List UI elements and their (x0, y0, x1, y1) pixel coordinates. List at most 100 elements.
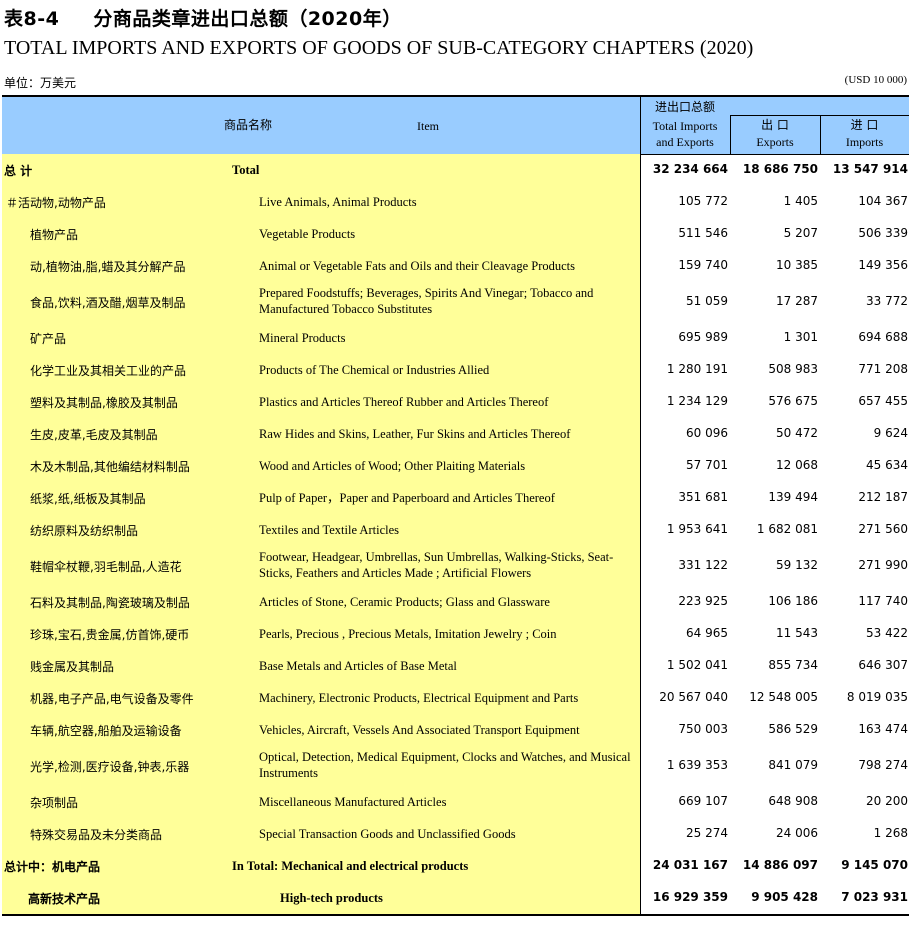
cell-exports: 24 006 (776, 826, 818, 840)
header-total-en-2: and Exports (656, 135, 714, 149)
cell-exports: 1 682 081 (756, 522, 818, 536)
cell-imports: 7 023 931 (841, 890, 908, 904)
cell-total: 669 107 (678, 794, 728, 808)
cell-total: 1 234 129 (666, 394, 728, 408)
table-row: 塑料及其制品,橡胶及其制品 Plastics and Articles There… (2, 386, 909, 418)
cell-total: 1 502 041 (666, 658, 728, 672)
table-row: 矿产品 Mineral Products 695 989 1 301 694 688 (2, 322, 909, 354)
row-name-cn: 生皮,皮革,毛皮及其制品 (30, 428, 158, 442)
row-name-en: In Total: Mechanical and electrical prod… (232, 859, 469, 873)
header-imports-en: Imports (845, 135, 884, 149)
cell-exports: 1 301 (783, 330, 818, 344)
row-name-cn: 光学,检测,医疗设备,钟表,乐器 (30, 760, 190, 774)
cell-imports: 117 740 (858, 594, 908, 608)
cell-imports: 506 339 (858, 226, 908, 240)
cell-imports: 657 455 (858, 394, 908, 408)
cell-imports: 149 356 (858, 258, 908, 272)
cell-total: 159 740 (678, 258, 728, 272)
row-name-cn: ＃活动物,动物产品 (6, 196, 106, 210)
row-name-en: Mineral Products (259, 331, 346, 345)
row-name-cn: 贱金属及其制品 (30, 660, 115, 674)
cell-total: 60 096 (686, 426, 728, 440)
table-row: ＃活动物,动物产品 Live Animals, Animal Products 10… (2, 186, 909, 218)
row-name-cn: 纸浆,纸,纸板及其制品 (30, 492, 146, 506)
row-name-en: Articles of Stone, Ceramic Products; Gla… (259, 595, 550, 609)
row-name-cn: 高新技术产品 (28, 892, 101, 906)
row-name-cn: 动,植物油,脂,蜡及其分解产品 (30, 260, 186, 274)
table-row: 植物产品 Vegetable Products 511 546 5 207 506 33… (2, 218, 909, 250)
header-exports-cn: 出 口 (761, 118, 789, 132)
row-name-en: Optical, Detection, Medical Equipment, C… (259, 750, 631, 780)
cell-total: 750 003 (678, 722, 728, 736)
data-table: 商品名称 Item 进出口总额 Total Imports and Export… (2, 95, 909, 916)
cell-imports: 212 187 (858, 490, 908, 504)
row-name-en: Vegetable Products (259, 227, 356, 241)
row-name-cn: 特殊交易品及未分类商品 (30, 828, 163, 842)
cell-total: 32 234 664 (652, 162, 728, 176)
table-row: 化学工业及其相关工业的产品 Products of The Chemical or… (2, 354, 909, 386)
cell-exports: 1 405 (783, 194, 818, 208)
unit-label-en: (USD 10 000) (844, 74, 907, 86)
row-name-cn: 杂项制品 (30, 796, 79, 810)
cell-exports: 50 472 (776, 426, 818, 440)
cell-imports: 271 560 (858, 522, 908, 536)
cell-total: 105 772 (678, 194, 728, 208)
row-name-cn: 机器,电子产品,电气设备及零件 (30, 692, 194, 706)
cell-total: 64 965 (686, 626, 728, 640)
row-name-cn: 木及木制品,其他编结材料制品 (30, 460, 190, 474)
row-name-cn: 食品,饮料,酒及醋,烟草及制品 (30, 296, 186, 310)
header-exports-en: Exports (756, 135, 794, 149)
table-row: 总 计 Total 32 234 664 18 686 750 13 547 914 (2, 154, 909, 186)
cell-imports: 45 634 (866, 458, 908, 472)
cell-exports: 5 207 (783, 226, 818, 240)
header-item-cn: 商品名称 (224, 118, 273, 132)
cell-total: 57 701 (686, 458, 728, 472)
row-name-en: High-tech products (280, 891, 383, 905)
row-name-en: Vehicles, Aircraft, Vessels And Associat… (259, 723, 580, 737)
cell-imports: 646 307 (858, 658, 908, 672)
table-row: 纸浆,纸,纸板及其制品 Pulp of Paper，Paper and Paper… (2, 482, 909, 514)
row-name-en: Plastics and Articles Thereof Rubber and… (259, 395, 549, 409)
table-row: 车辆,航空器,船舶及运输设备 Vehicles, Aircraft, Vessel… (2, 714, 909, 746)
cell-exports: 648 908 (768, 794, 818, 808)
row-name-cn: 总计中：机电产品 (4, 860, 101, 874)
cell-exports: 508 983 (768, 362, 818, 376)
cell-exports: 17 287 (776, 294, 818, 308)
table-row: 高新技术产品 High-tech products 16 929 359 9 905 … (2, 882, 909, 914)
row-name-cn: 石料及其制品,陶瓷玻璃及制品 (30, 596, 190, 610)
row-name-cn: 矿产品 (30, 332, 67, 346)
row-name-en: Footwear, Headgear, Umbrellas, Sun Umbre… (259, 550, 614, 580)
row-name-cn: 纺织原料及纺织制品 (30, 524, 139, 538)
cell-exports: 12 068 (776, 458, 818, 472)
row-name-en: Textiles and Textile Articles (259, 523, 399, 537)
cell-exports: 10 385 (776, 258, 818, 272)
cell-imports: 694 688 (858, 330, 908, 344)
header-total-en-1: Total Imports (652, 119, 718, 133)
cell-total: 1 953 641 (666, 522, 728, 536)
cell-imports: 9 624 (873, 426, 908, 440)
cell-imports: 53 422 (866, 626, 908, 640)
cell-exports: 855 734 (768, 658, 818, 672)
cell-total: 351 681 (678, 490, 728, 504)
row-name-en: Prepared Foodstuffs; Beverages, Spirits … (259, 286, 594, 316)
cell-exports: 576 675 (768, 394, 818, 408)
header-item-en: Item (417, 119, 439, 133)
cell-total: 16 929 359 (652, 890, 728, 904)
cell-imports: 13 547 914 (832, 162, 908, 176)
row-name-en: Live Animals, Animal Products (259, 195, 417, 209)
row-name-cn: 植物产品 (30, 228, 79, 242)
cell-imports: 271 990 (858, 558, 908, 572)
table-row: 贱金属及其制品 Base Metals and Articles of Base … (2, 650, 909, 682)
cell-total: 20 567 040 (659, 690, 728, 704)
cell-imports: 8 019 035 (846, 690, 908, 704)
row-name-en: Raw Hides and Skins, Leather, Fur Skins … (259, 427, 571, 441)
cell-total: 51 059 (686, 294, 728, 308)
cell-total: 223 925 (678, 594, 728, 608)
row-name-en: Total (232, 163, 260, 177)
table-row: 机器,电子产品,电气设备及零件 Machinery, Electronic Pro… (2, 682, 909, 714)
row-name-cn: 车辆,航空器,船舶及运输设备 (30, 724, 182, 738)
cell-imports: 798 274 (858, 758, 908, 772)
table-row: 石料及其制品,陶瓷玻璃及制品 Articles of Stone, Ceramic… (2, 586, 909, 618)
row-name-cn: 珍珠,宝石,贵金属,仿首饰,硬币 (30, 628, 190, 642)
table-number: 表8-4 (4, 8, 60, 30)
